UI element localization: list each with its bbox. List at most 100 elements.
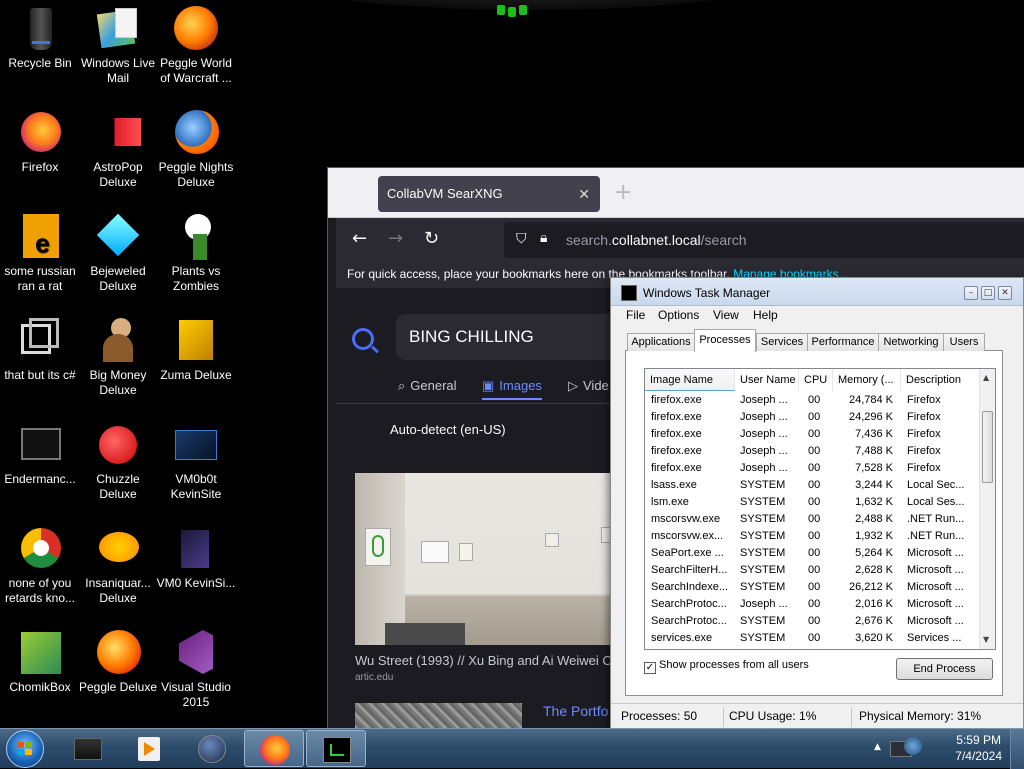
table-row[interactable]: lsm.exe SYSTEM 00 1,632 K Local Ses... xyxy=(645,495,979,512)
desktop-icon-peggle-nights[interactable]: Peggle Nights Deluxe xyxy=(156,110,236,190)
table-row[interactable]: SearchFilterH... SYSTEM 00 2,628 K Microsoft… xyxy=(645,563,979,580)
taskbar-media-player[interactable] xyxy=(120,730,180,767)
table-row[interactable]: firefox.exe Joseph ... 00 7,436 K Firefox xyxy=(645,427,979,444)
menu-help[interactable]: Help xyxy=(753,308,778,322)
taskbar-firefox[interactable] xyxy=(244,730,304,767)
desktop-icon-vm2[interactable]: VM0 KevinSi... xyxy=(156,526,236,591)
tab-users[interactable]: Users xyxy=(943,333,985,351)
table-row[interactable]: firefox.exe Joseph ... 00 7,488 K Firefox xyxy=(645,444,979,461)
tab-performance[interactable]: Performance xyxy=(807,333,879,351)
desktop-icon-zuma[interactable]: Zuma Deluxe xyxy=(156,318,236,383)
desktop-icon-stack[interactable]: that but its c# xyxy=(0,318,80,383)
col-description[interactable]: Description xyxy=(901,369,981,391)
clock[interactable]: 5:59 PM 7/4/2024 xyxy=(955,732,1002,764)
back-arrow-icon[interactable]: ← xyxy=(352,228,367,249)
desktop-icon-recycle-bin[interactable]: Recycle Bin xyxy=(0,6,80,71)
url-bar[interactable]: ⛉ 🔒︎ search.collabnet.local/search xyxy=(504,222,1024,258)
show-desktop-button[interactable] xyxy=(1010,729,1024,769)
desktop-icon-chomik[interactable]: ChomikBox xyxy=(0,630,80,695)
language-selector[interactable]: Auto-detect (en-US) xyxy=(390,422,506,437)
desktop-icon-mail[interactable]: Windows Live Mail xyxy=(78,6,158,86)
process-list[interactable]: Image Name User Name CPU Memory (... Des… xyxy=(644,368,996,650)
scroll-down-icon[interactable]: ▼ xyxy=(983,635,989,644)
lock-icon[interactable]: 🔒︎ xyxy=(540,230,547,246)
table-row[interactable]: firefox.exe Joseph ... 00 7,528 K Firefox xyxy=(645,461,979,478)
desktop-icon-bejeweled[interactable]: Bejeweled Deluxe xyxy=(78,213,158,294)
table-row[interactable]: SearchIndexe... SYSTEM 00 26,212 K Microsoft… xyxy=(645,580,979,597)
maximize-icon[interactable]: □ xyxy=(981,286,995,300)
desktop-icon-insaniquarium[interactable]: Insaniquar... Deluxe xyxy=(78,526,158,606)
result-link-2[interactable]: The Portfo xyxy=(543,703,608,719)
menu-view[interactable]: View xyxy=(713,308,739,322)
taskbar-network[interactable] xyxy=(182,730,242,767)
tab-close-icon[interactable]: ✕ xyxy=(578,176,590,212)
task-manager-titlebar[interactable]: Windows Task Manager – □ ✕ xyxy=(611,278,1023,306)
firefox-tab-strip: CollabVM SearXNG ✕ + xyxy=(328,168,1024,218)
network-tray-icon[interactable] xyxy=(890,737,924,763)
end-process-button[interactable]: End Process xyxy=(896,658,993,680)
new-tab-button[interactable]: + xyxy=(614,180,632,205)
tab-applications[interactable]: Applications xyxy=(627,333,695,351)
tab-processes[interactable]: Processes xyxy=(694,329,756,352)
result-title[interactable]: Wu Street (1993) // Xu Bing and Ai Weiwe… xyxy=(355,653,612,668)
desktop-icon-astropop[interactable]: AstroPop Deluxe xyxy=(78,110,158,190)
desktop-icon-vs[interactable]: Visual Studio 2015 xyxy=(156,630,236,710)
scroll-up-icon[interactable]: ▲ xyxy=(983,373,989,382)
desktop-icon-vm[interactable]: VM0b0t KevinSite xyxy=(156,422,236,502)
table-row[interactable]: mscorsvw.exe SYSTEM 00 2,488 K .NET Run... xyxy=(645,512,979,529)
table-row[interactable]: SeaPort.exe ... SYSTEM 00 5,264 K Microsoft … xyxy=(645,546,979,563)
table-row[interactable]: firefox.exe Joseph ... 00 24,784 K Firefox xyxy=(645,393,979,410)
vertical-scrollbar[interactable]: ▲ ▼ xyxy=(979,369,995,649)
desktop-icon-label: VM0b0t KevinSite xyxy=(170,472,222,501)
table-cell: SearchFilterH... xyxy=(651,564,728,576)
tab-general[interactable]: ⌕ General xyxy=(398,378,457,394)
url-text[interactable]: search.collabnet.local/search xyxy=(566,232,747,248)
desktop-icon-pvz[interactable]: Plants vs Zombies xyxy=(156,214,236,294)
desktop-icon-enderman[interactable]: Endermanc... xyxy=(0,422,80,487)
tab-services[interactable]: Services xyxy=(756,333,808,351)
show-all-processes-checkbox[interactable]: ✓ Show processes from all users xyxy=(644,659,809,674)
result-image[interactable] xyxy=(355,473,635,645)
scroll-thumb[interactable] xyxy=(982,411,993,483)
result-image-2[interactable] xyxy=(355,703,522,728)
table-row[interactable]: services.exe SYSTEM 00 3,620 K Services ... xyxy=(645,631,979,648)
minimize-icon[interactable]: – xyxy=(964,286,978,300)
col-user-name[interactable]: User Name xyxy=(735,369,799,391)
search-icon[interactable] xyxy=(352,328,374,350)
start-button[interactable] xyxy=(6,730,44,768)
desktop-icon-peggle-wow[interactable]: Peggle World of Warcraft ... xyxy=(156,6,236,86)
tab-networking[interactable]: Networking xyxy=(878,333,944,351)
table-cell: 3,244 K xyxy=(855,479,893,491)
menu-options[interactable]: Options xyxy=(658,308,699,322)
table-row[interactable]: firefox.exe Joseph ... 00 24,296 K Firefox xyxy=(645,410,979,427)
tab-videos[interactable]: ▷ Vide xyxy=(568,378,609,394)
tab-searxng[interactable]: CollabVM SearXNG ✕ xyxy=(378,176,600,212)
table-cell: 00 xyxy=(808,496,821,508)
col-cpu[interactable]: CPU xyxy=(799,369,833,391)
table-row[interactable]: SearchProtoc... Joseph ... 00 2,016 K Micros… xyxy=(645,597,979,614)
desktop-icon-big-money[interactable]: Big Money Deluxe xyxy=(78,318,158,398)
menu-file[interactable]: File xyxy=(626,308,645,322)
col-memory[interactable]: Memory (... xyxy=(833,369,901,391)
close-icon[interactable]: ✕ xyxy=(998,286,1012,300)
task-manager-window[interactable]: Windows Task Manager – □ ✕ File Options … xyxy=(610,277,1024,728)
desktop-icon-chuzzle[interactable]: Chuzzle Deluxe xyxy=(78,422,158,502)
desktop-icon-chrome[interactable]: none of you retards kno... xyxy=(0,526,80,606)
taskbar-task-manager[interactable] xyxy=(306,730,366,767)
col-image-name[interactable]: Image Name xyxy=(645,369,735,391)
desktop-icon-firefox[interactable]: Firefox xyxy=(0,110,80,175)
forward-arrow-icon[interactable]: → xyxy=(388,228,403,249)
table-row[interactable]: mscorsvw.ex... SYSTEM 00 1,932 K .NET Run... xyxy=(645,529,979,546)
table-cell: 00 xyxy=(808,547,821,559)
desktop-icon-file[interactable]: e some russian ran a rat xyxy=(0,214,80,294)
tracking-shield-icon[interactable]: ⛉ xyxy=(516,231,527,247)
taskbar-explorer[interactable] xyxy=(58,730,118,767)
desktop-icon-peggle[interactable]: Peggle Deluxe xyxy=(78,630,158,695)
tab-images[interactable]: ▣ Images xyxy=(482,378,542,400)
tray-expand-icon[interactable]: ▲ xyxy=(874,742,881,752)
table-cell: SearchProtoc... xyxy=(651,598,727,610)
reload-icon[interactable]: ↻ xyxy=(424,228,439,249)
table-row[interactable]: SearchProtoc... SYSTEM 00 2,676 K Microsoft … xyxy=(645,614,979,631)
table-row[interactable]: lsass.exe SYSTEM 00 3,244 K Local Sec... xyxy=(645,478,979,495)
checkbox-mark[interactable]: ✓ xyxy=(644,662,656,674)
